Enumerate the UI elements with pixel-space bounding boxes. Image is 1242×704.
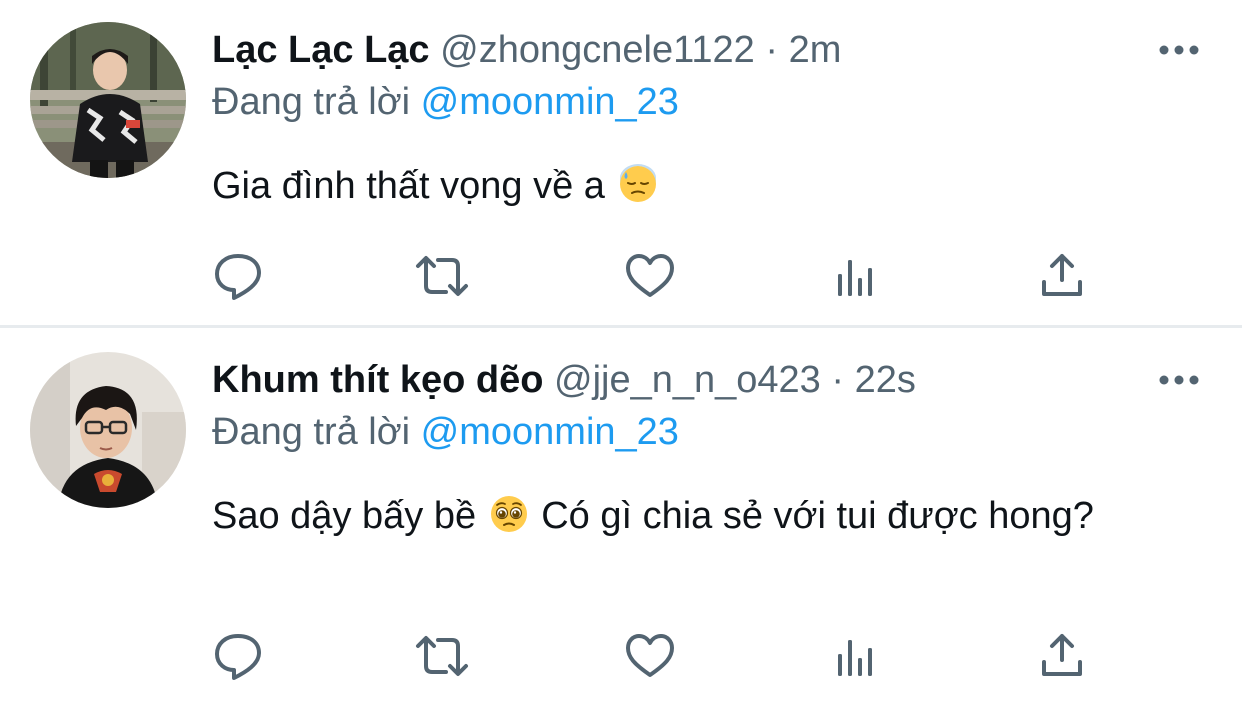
user-handle[interactable]: @zhongcnele1122 (440, 29, 755, 71)
replying-to-line: Đang trả lời @moonmin_23 (212, 80, 679, 124)
analytics-icon (838, 260, 872, 296)
reply-button[interactable] (210, 628, 266, 684)
separator-dot: · (765, 29, 779, 71)
user-handle[interactable]: @jje_n_n_o423 (554, 359, 821, 401)
share-icon (1042, 634, 1082, 676)
tweet-text-part: Có gì chia sẻ với tui được hong? (541, 495, 1094, 537)
mention-link[interactable]: @moonmin_23 (421, 411, 679, 453)
display-name[interactable]: Lạc Lạc Lạc (212, 29, 430, 71)
reply-icon (215, 634, 261, 680)
timestamp[interactable]: 22s (855, 359, 916, 401)
retweet-button[interactable] (414, 628, 470, 684)
tweet-header: Khum thít kẹo dẽo @jje_n_n_o423 · 22s (212, 358, 916, 402)
tweet-text-part: Gia đình thất vọng về a (212, 165, 605, 207)
mention-link[interactable]: @moonmin_23 (421, 81, 679, 123)
timestamp[interactable]: 2m (789, 29, 842, 71)
tweet-actions (0, 628, 1242, 688)
tweet[interactable]: Khum thít kẹo dẽo @jje_n_n_o423 · 22s Đa… (0, 328, 1242, 704)
replying-label: Đang trả lời (212, 411, 411, 453)
downcast-face-with-sweat-icon (619, 164, 656, 202)
more-options-button[interactable] (1158, 370, 1200, 390)
analytics-icon (838, 640, 872, 676)
pleading-face-icon (490, 496, 527, 532)
analytics-button[interactable] (830, 248, 886, 304)
avatar[interactable] (30, 22, 186, 178)
replying-to-line: Đang trả lời @moonmin_23 (212, 410, 679, 454)
retweet-button[interactable] (414, 248, 470, 304)
share-icon (1042, 254, 1082, 296)
more-horizontal-icon (1159, 45, 1199, 55)
retweet-icon (416, 256, 468, 296)
reply-button[interactable] (210, 248, 266, 304)
tweet-text: Gia đình thất vọng về a (212, 158, 1112, 214)
display-name[interactable]: Khum thít kẹo dẽo (212, 359, 543, 401)
retweet-icon (416, 636, 468, 676)
like-icon (626, 634, 674, 677)
tweet[interactable]: Lạc Lạc Lạc @zhongcnele1122 · 2m Đang tr… (0, 0, 1242, 326)
tweet-text: Sao dậy bấy bề Có gì chia sẻ với tui đượ… (212, 488, 1112, 544)
avatar[interactable] (30, 352, 186, 508)
reply-icon (215, 254, 261, 300)
share-button[interactable] (1034, 628, 1090, 684)
tweet-text-part: Sao dậy bấy bề (212, 495, 477, 537)
like-button[interactable] (622, 248, 678, 304)
separator-dot: · (831, 359, 845, 401)
replying-label: Đang trả lời (212, 81, 411, 123)
share-button[interactable] (1034, 248, 1090, 304)
like-icon (626, 254, 674, 297)
analytics-button[interactable] (830, 628, 886, 684)
tweet-header: Lạc Lạc Lạc @zhongcnele1122 · 2m (212, 28, 841, 72)
more-horizontal-icon (1159, 375, 1199, 385)
like-button[interactable] (622, 628, 678, 684)
tweet-actions (0, 248, 1242, 308)
more-options-button[interactable] (1158, 40, 1200, 60)
